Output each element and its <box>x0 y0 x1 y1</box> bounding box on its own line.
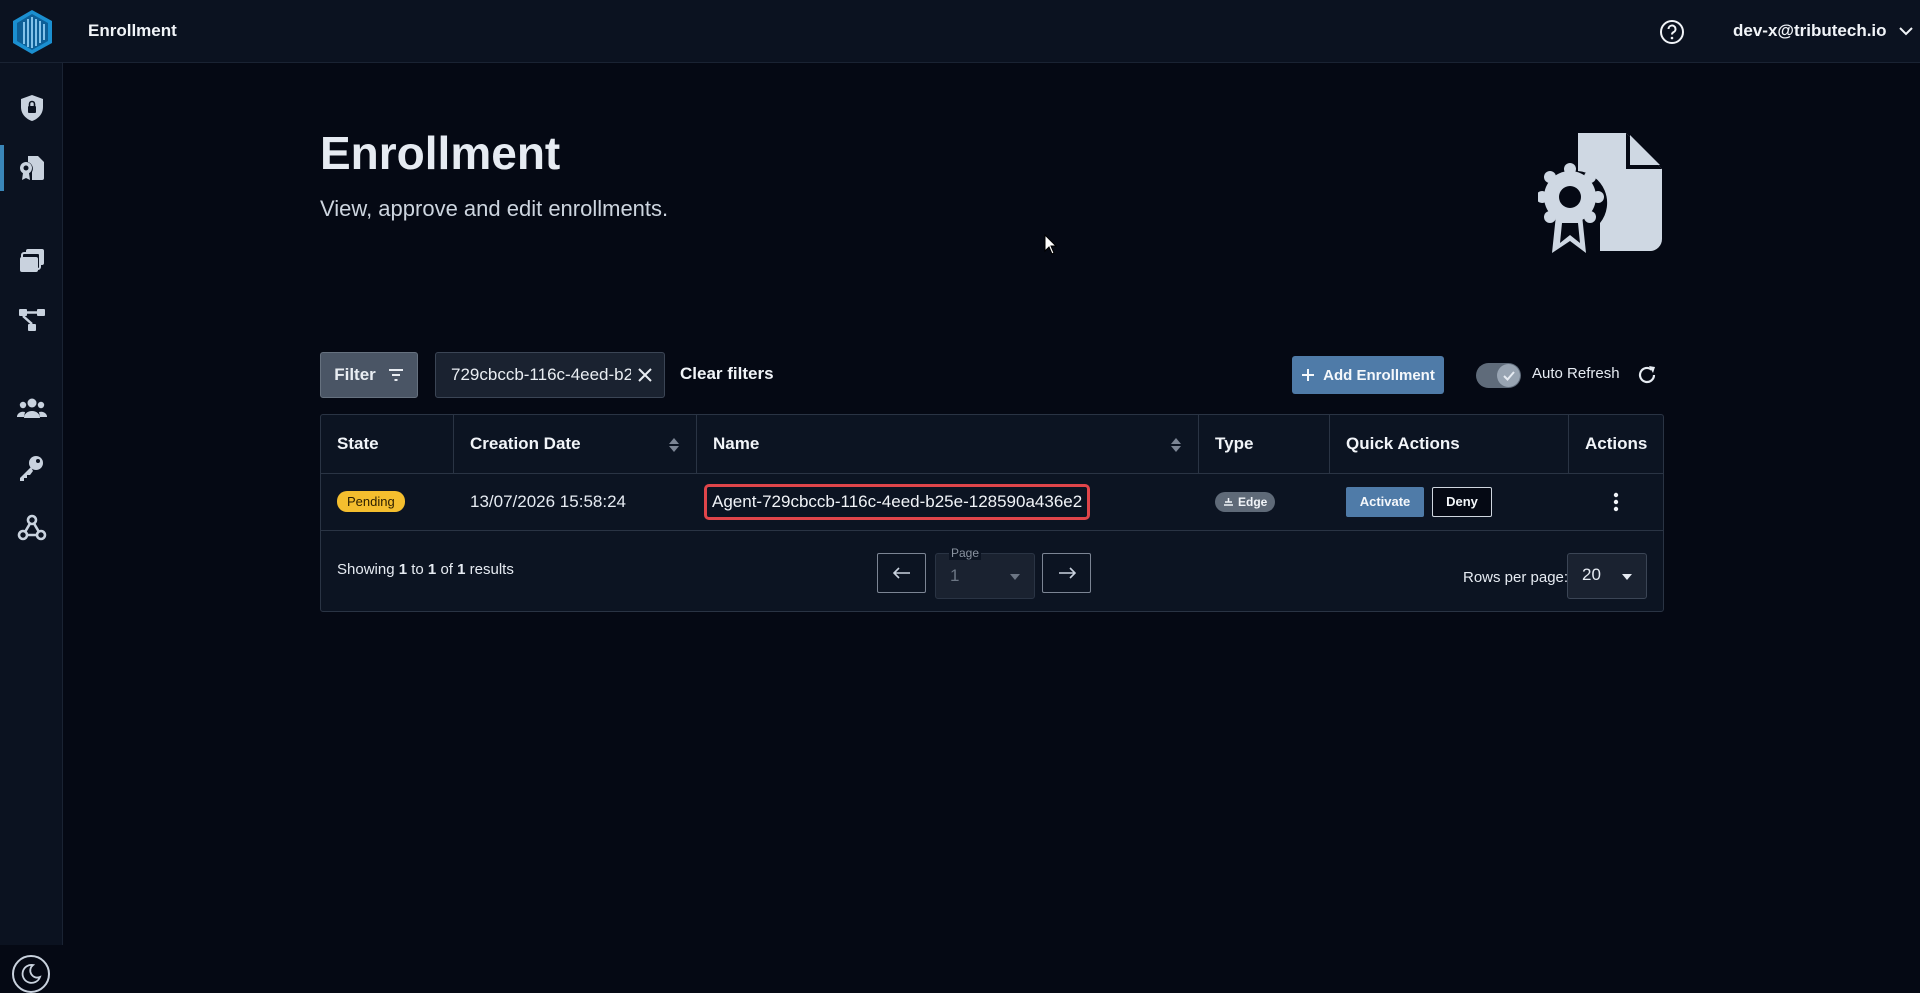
enrollment-table: State Creation Date Name Type Quick Acti… <box>320 414 1664 612</box>
creation-date-cell: 13/07/2026 15:58:24 <box>470 491 626 511</box>
pagination-bar: Showing 1 to 1 of 1 results Page 1 Rows … <box>321 531 1663 611</box>
column-header-name[interactable]: Name <box>697 415 1199 473</box>
sidebar-item-keys[interactable] <box>0 443 63 493</box>
sidebar-item-webhooks[interactable] <box>0 503 63 553</box>
sidebar-item-network[interactable] <box>0 295 63 345</box>
status-badge: Pending <box>337 491 405 512</box>
rows-per-page-label: Rows per page: <box>1463 569 1569 586</box>
cards-icon <box>19 249 44 272</box>
rows-per-page-select[interactable]: 20 <box>1567 553 1647 599</box>
chevron-down-icon <box>1898 26 1913 35</box>
page-select[interactable]: Page 1 <box>935 546 1035 599</box>
sidebar-item-enrollment[interactable] <box>0 143 63 193</box>
theme-toggle[interactable] <box>12 955 50 993</box>
help-icon[interactable] <box>1659 19 1685 45</box>
auto-refresh-toggle[interactable] <box>1476 363 1521 388</box>
arrow-left-icon <box>892 567 910 579</box>
table-row[interactable]: Pending 13/07/2026 15:58:24 Agent-729cbc… <box>321 473 1663 531</box>
add-enrollment-button[interactable]: Add Enrollment <box>1292 356 1444 394</box>
state-cell: Pending <box>321 473 454 530</box>
webhook-icon <box>17 514 46 541</box>
column-header-type: Type <box>1199 415 1330 473</box>
app-title: Enrollment <box>88 21 177 40</box>
filter-label: Filter <box>334 365 376 384</box>
column-header-state: State <box>321 415 454 473</box>
activate-button[interactable]: Activate <box>1346 486 1424 517</box>
sidebar <box>0 63 63 993</box>
column-header-creation-date[interactable]: Creation Date <box>454 415 697 473</box>
network-nodes-icon <box>18 309 45 331</box>
deny-button[interactable]: Deny <box>1432 486 1492 517</box>
rows-per-page-value: 20 <box>1582 565 1601 584</box>
auto-refresh-label: Auto Refresh <box>1532 365 1620 382</box>
column-header-quick-actions: Quick Actions <box>1330 415 1569 473</box>
sidebar-item-users[interactable] <box>0 383 63 433</box>
caret-down-icon <box>1622 574 1632 580</box>
more-vertical-icon[interactable] <box>1613 492 1619 512</box>
certificate-document-icon <box>19 156 44 180</box>
key-icon <box>19 456 43 481</box>
user-menu[interactable]: dev-x@tributech.io <box>1733 21 1913 41</box>
add-enrollment-label: Add Enrollment <box>1323 366 1435 384</box>
mouse-cursor <box>1044 234 1058 255</box>
page-select-label: Page <box>949 546 982 560</box>
filter-chip[interactable]: 729cbccb-116c-4eed-b2 <box>435 352 665 398</box>
sort-icon[interactable] <box>668 437 680 453</box>
name-cell[interactable]: Agent-729cbccb-116c-4eed-b25e-128590a436… <box>697 473 1199 530</box>
sidebar-item-cards[interactable] <box>0 235 63 285</box>
user-email: dev-x@tributech.io <box>1733 21 1887 40</box>
actions-cell <box>1569 473 1663 530</box>
type-badge: Edge <box>1215 491 1276 512</box>
previous-page-button[interactable] <box>877 553 926 593</box>
filter-lines-icon <box>388 369 403 381</box>
caret-down-icon <box>1010 574 1020 580</box>
sort-icon[interactable] <box>1170 437 1182 453</box>
edge-device-icon <box>1224 497 1233 506</box>
close-icon[interactable] <box>635 365 655 385</box>
users-icon <box>16 398 47 418</box>
page-select-value: 1 <box>950 566 960 585</box>
filter-button[interactable]: Filter <box>320 352 418 398</box>
quick-actions-cell: Activate Deny <box>1330 473 1569 530</box>
results-summary: Showing 1 to 1 of 1 results <box>337 561 514 578</box>
enrollment-name[interactable]: Agent-729cbccb-116c-4eed-b25e-128590a436… <box>704 483 1091 520</box>
plus-icon <box>1302 369 1315 381</box>
sidebar-item-security[interactable] <box>0 83 63 133</box>
column-header-actions: Actions <box>1585 434 1648 453</box>
logo-icon[interactable] <box>10 8 55 56</box>
certificate-document-icon <box>1538 133 1662 253</box>
next-page-button[interactable] <box>1042 553 1091 593</box>
type-label: Edge <box>1238 494 1268 509</box>
check-icon <box>1502 370 1515 381</box>
arrow-right-icon <box>1058 567 1076 579</box>
top-bar: Enrollment dev-x@tributech.io <box>0 0 1920 63</box>
type-cell: Edge <box>1199 473 1330 530</box>
filter-chip-value: 729cbccb-116c-4eed-b2 <box>451 365 631 384</box>
shield-lock-icon <box>20 95 43 121</box>
page-title: Enrollment <box>320 127 561 179</box>
refresh-icon[interactable] <box>1636 364 1658 386</box>
moon-icon <box>21 964 42 984</box>
clear-filters-link[interactable]: Clear filters <box>680 364 774 384</box>
table-header: State Creation Date Name Type Quick Acti… <box>321 415 1663 474</box>
toggle-knob <box>1497 364 1520 387</box>
page-subtitle: View, approve and edit enrollments. <box>320 196 669 221</box>
